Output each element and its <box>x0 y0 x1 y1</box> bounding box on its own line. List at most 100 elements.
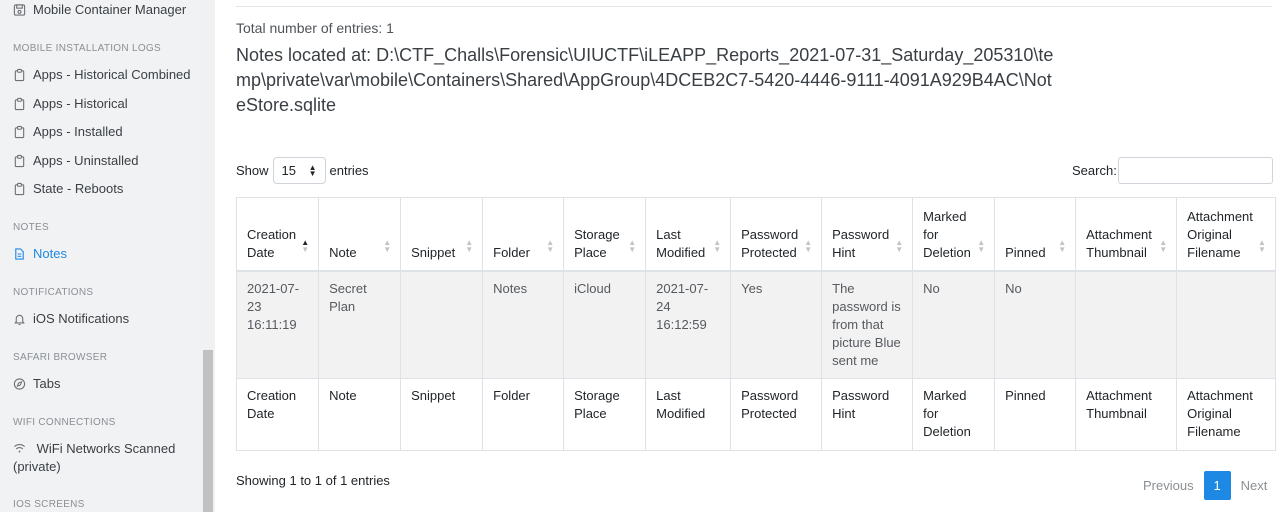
sort-icon: ▲ ▼ <box>895 237 904 254</box>
table-header-row: Creation Date ▲ ▼ Note ▲ ▼ Snippet ▲ ▼ Folder ▲… <box>235 197 1276 272</box>
sidebar-item-state-reboots[interactable]: State - Reboots <box>13 180 193 198</box>
footer-cell: Marked for Deletion <box>912 377 996 451</box>
show-label: Show <box>236 163 269 178</box>
sidebar-item-apps-uninstalled[interactable]: Apps - Uninstalled <box>13 152 193 170</box>
file-text-icon <box>15 248 24 260</box>
footer-cell: Password Hint <box>821 377 914 451</box>
sidebar-item-label: Apps - Historical Combined <box>33 67 191 82</box>
footer-cell: Creation Date <box>235 377 320 451</box>
sort-icon: ▲ ▼ <box>713 237 722 254</box>
clipboard-icon <box>14 154 25 168</box>
sidebar-item-label: iOS Notifications <box>33 311 130 326</box>
footer-cell: Note <box>318 377 402 451</box>
sidebar-item-apps-historical[interactable]: Apps - Historical <box>13 95 193 113</box>
page-1-button[interactable]: 1 <box>1203 471 1231 500</box>
table-cell: Notes <box>482 270 565 379</box>
sidebar-item-label: State - Reboots <box>33 181 124 196</box>
bell-icon <box>14 314 25 326</box>
sort-icon: ▲ ▼ <box>1058 237 1067 254</box>
search-input[interactable] <box>1118 157 1273 184</box>
column-header[interactable]: Password Hint ▲ ▼ <box>821 197 914 272</box>
clipboard-icon <box>14 97 25 111</box>
table-cell <box>400 270 484 379</box>
wifi-icon <box>14 444 25 453</box>
sort-icon: ▲ ▼ <box>1159 237 1168 254</box>
sidebar-item-ios-notifications[interactable]: iOS Notifications <box>13 310 193 328</box>
column-header[interactable]: Attachment Thumbnail ▲ ▼ <box>1075 197 1178 272</box>
footer-cell: Attachment Original Filename <box>1176 377 1276 451</box>
sort-icon: ▲ ▼ <box>1257 237 1266 254</box>
sidebar-item-label: Apps - Installed <box>33 124 123 139</box>
table-cell: Yes <box>730 270 823 379</box>
footer-cell: Password Protected <box>730 377 823 451</box>
footer-cell: Snippet <box>400 377 484 451</box>
footer-cell: Last Modified <box>645 377 732 451</box>
footer-cell: Folder <box>482 377 565 451</box>
section-heading-wifi-connections: WIFI CONNECTIONS <box>13 417 116 428</box>
section-heading-safari-browser: SAFARI BROWSER <box>13 352 108 363</box>
table-row: 2021-07-23 16:11:19 Secret Plan Notes iC… <box>235 270 1276 379</box>
table-cell <box>1176 270 1276 379</box>
column-header[interactable]: Pinned ▲ ▼ <box>994 197 1077 272</box>
column-header[interactable]: Creation Date ▲ ▼ <box>235 197 320 272</box>
column-header[interactable]: Note ▲ ▼ <box>318 197 402 272</box>
footer-cell: Storage Place <box>563 377 647 451</box>
table-cell: No <box>912 270 996 379</box>
sort-icon: ▲ ▼ <box>628 237 637 254</box>
sidebar: Mobile Container Manager MOBILE INSTALLA… <box>0 0 201 512</box>
save-icon <box>13 4 26 16</box>
sidebar-item-tabs[interactable]: Tabs <box>13 375 193 393</box>
clipboard-icon <box>14 182 25 196</box>
clipboard-icon <box>14 68 25 82</box>
table-footer-row: Creation Date Note Snippet Folder Storag… <box>235 377 1276 451</box>
pagination: Previous 1 Next <box>1134 471 1276 500</box>
page-length-control: Show 15 ▲ ▼ entries <box>236 157 369 184</box>
sort-icon: ▲ ▼ <box>804 237 813 254</box>
table-cell: Secret Plan <box>318 270 402 379</box>
table-cell: 2021-07-24 16:12:59 <box>645 270 732 379</box>
previous-page-button[interactable]: Previous <box>1134 478 1203 493</box>
column-header[interactable]: Last Modified ▲ ▼ <box>645 197 732 272</box>
sidebar-item-mobile-container-manager[interactable]: Mobile Container Manager <box>13 1 193 19</box>
compass-icon <box>13 378 26 390</box>
sidebar-item-apps-historical-combined[interactable]: Apps - Historical Combined <box>13 66 193 84</box>
sort-icon: ▲ ▼ <box>383 237 392 254</box>
sort-icon: ▲ ▼ <box>546 237 555 254</box>
sidebar-item-apps-installed[interactable]: Apps - Installed <box>13 123 193 141</box>
column-header[interactable]: Password Protected ▲ ▼ <box>730 197 823 272</box>
search-label: Search: <box>1072 163 1117 178</box>
section-heading-ios-screens: IOS SCREENS <box>13 499 85 510</box>
sidebar-item-wifi-networks-scanned[interactable]: WiFi Networks Scanned (private) <box>13 439 193 476</box>
column-header[interactable]: Storage Place ▲ ▼ <box>563 197 647 272</box>
footer-cell: Pinned <box>994 377 1077 451</box>
table-cell: 2021-07-23 16:11:19 <box>235 270 320 379</box>
table-cell <box>1075 270 1178 379</box>
sort-icon: ▲ ▼ <box>465 237 474 254</box>
table-cell: No <box>994 270 1077 379</box>
sidebar-scrollbar-thumb[interactable] <box>203 350 213 512</box>
sort-ascending-icon: ▲ ▼ <box>301 237 310 254</box>
column-header[interactable]: Attachment Original Filename ▲ ▼ <box>1176 197 1276 272</box>
page-length-select[interactable]: 15 ▲ ▼ <box>272 157 326 184</box>
next-page-button[interactable]: Next <box>1232 478 1277 493</box>
column-header[interactable]: Snippet ▲ ▼ <box>400 197 484 272</box>
footer-cell: Attachment Thumbnail <box>1075 377 1178 451</box>
sort-icon: ▲ ▼ <box>977 237 986 254</box>
section-heading-notifications: NOTIFICATIONS <box>13 287 94 298</box>
total-entries: Total number of entries: 1 <box>236 20 394 36</box>
sidebar-item-notes[interactable]: Notes <box>13 245 193 263</box>
clipboard-icon <box>14 125 25 139</box>
table-cell: iCloud <box>563 270 647 379</box>
sidebar-item-label: Apps - Historical <box>33 96 128 111</box>
column-header[interactable]: Marked for Deletion ▲ ▼ <box>912 197 996 272</box>
sidebar-item-label: WiFi Networks Scanned (private) <box>13 441 176 474</box>
select-arrows-icon: ▲ ▼ <box>308 162 317 178</box>
table-info: Showing 1 to 1 of 1 entries <box>236 473 390 488</box>
column-header[interactable]: Folder ▲ ▼ <box>482 197 565 272</box>
page-length-value: 15 <box>281 163 296 178</box>
divider <box>236 6 1272 7</box>
section-heading-notes: NOTES <box>13 222 49 233</box>
table-cell: The password is from that picture Blue s… <box>821 270 914 379</box>
notes-location: Notes located at: D:\CTF_Challs\Forensic… <box>236 45 1054 115</box>
section-heading-mobile-installation-logs: MOBILE INSTALLATION LOGS <box>13 43 161 54</box>
